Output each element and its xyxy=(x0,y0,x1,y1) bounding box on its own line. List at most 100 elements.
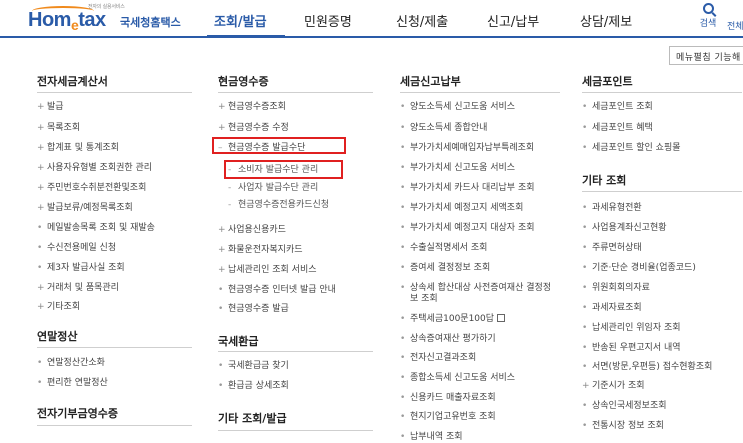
section-title-tax-point: 세금포인트 xyxy=(582,75,633,88)
menu-item[interactable]: • 상속세 합산대상 사전증여재산 결정정 xyxy=(400,283,551,294)
bullet-icon: • xyxy=(400,143,406,153)
plus-icon: + xyxy=(582,381,590,391)
dash-icon: - xyxy=(228,200,232,210)
menu-item[interactable]: + 합계표 및 통계조회 xyxy=(37,143,119,154)
menu-item[interactable]: • 상속인국세정보조회 xyxy=(582,401,667,412)
section-divider xyxy=(582,92,742,93)
menu-item[interactable]: • 납세관리인 위임자 조회 xyxy=(582,323,681,334)
menu-item[interactable]: • 수출실적명세서 조회 xyxy=(400,243,487,254)
menu-item[interactable]: • 메일발송목록 조회 및 재발송 xyxy=(37,223,155,234)
menu-item[interactable]: • 전통시장 정보 조회 xyxy=(582,421,664,432)
menu-item[interactable]: • 과세자료조회 xyxy=(582,303,642,314)
gnb-certificates[interactable]: 민원증명 xyxy=(304,11,352,30)
bullet-icon: • xyxy=(218,361,224,371)
all-menu-label[interactable]: 전체 xyxy=(727,19,743,32)
search-label: 검색 xyxy=(699,19,717,29)
menu-item[interactable]: + 납세관리인 조회 서비스 xyxy=(218,265,317,276)
menu-item[interactable]: + 거래처 및 품목관리 xyxy=(37,283,119,294)
menu-item[interactable]: • 양도소득세 종합안내 xyxy=(400,123,487,134)
menu-item[interactable]: • 세금포인트 조회 xyxy=(582,102,653,113)
menu-item[interactable]: + 현금영수증조회 xyxy=(218,102,286,113)
bullet-icon: • xyxy=(37,378,43,388)
menu-item[interactable]: + 발급 xyxy=(37,102,64,113)
menu-item[interactable]: + 기타조회 xyxy=(37,302,80,313)
menu-item[interactable]: • 서면(방문,우편등) 접수현황조회 xyxy=(582,362,712,373)
menu-item[interactable]: • 환급금 상세조회 xyxy=(218,381,289,392)
search-button[interactable]: 검색 xyxy=(693,3,723,29)
gnb-apply-submit[interactable]: 신청/제출 xyxy=(396,11,448,30)
menu-item[interactable]: • 주류면허상태 xyxy=(582,243,642,254)
menu-item[interactable]: • 증여세 결정정보 조회 xyxy=(400,263,490,274)
menu-item[interactable]: + 주민번호수취분전환및조회 xyxy=(37,183,146,194)
plus-icon: + xyxy=(218,123,226,133)
bullet-icon: • xyxy=(582,283,588,293)
bullet-icon: • xyxy=(582,263,588,273)
plus-icon: + xyxy=(218,225,226,235)
menu-item[interactable]: • 부가가치세 신고도움 서비스 xyxy=(400,163,515,174)
section-title-other-inquiry: 기타 조회 xyxy=(582,174,627,187)
gnb-inquiry-issue[interactable]: 조회/발급 xyxy=(214,11,267,30)
menu-item[interactable]: + 기준시가 조회 xyxy=(582,381,645,392)
section-divider xyxy=(582,191,742,192)
menu-item[interactable]: + 화물운전자복지카드 xyxy=(218,245,303,256)
menu-item[interactable]: • 현금영수증 인터넷 발급 안내 xyxy=(218,285,336,296)
menu-item[interactable]: • 부가가치세예매입자납부특례조회 xyxy=(400,143,534,154)
menu-item[interactable]: • 주택세금100문100답 xyxy=(400,314,506,325)
bullet-icon: • xyxy=(400,243,406,253)
bullet-icon: • xyxy=(400,432,406,442)
menu-item[interactable]: • 현금영수증 발급 xyxy=(218,304,289,315)
bullet-icon: • xyxy=(582,401,588,411)
menu-item[interactable]: • 종합소득세 신고도움 서비스 xyxy=(400,373,515,384)
menu-item[interactable]: • 기준·단순 경비율(업종코드) xyxy=(582,263,696,274)
menu-item[interactable]: • 납부내역 조회 xyxy=(400,432,463,443)
bullet-icon: • xyxy=(582,343,588,353)
menu-item[interactable]: • 신용카드 매출자료조회 xyxy=(400,393,496,404)
menu-item[interactable]: • 세금포인트 할인 쇼핑몰 xyxy=(582,143,681,154)
bullet-icon: • xyxy=(400,373,406,383)
menu-item[interactable]: • 반송된 우편고지서 내역 xyxy=(582,343,681,354)
menu-item[interactable]: • 수신전용메일 신청 xyxy=(37,243,116,254)
menu-item[interactable]: • 세금포인트 혜택 xyxy=(582,123,653,134)
menu-item[interactable]: + 목록조회 xyxy=(37,123,80,134)
menu-item[interactable]: + 사업용신용카드 xyxy=(218,225,286,236)
highlight-box xyxy=(212,137,346,154)
section-title-year-end-settlement: 연말정산 xyxy=(37,330,78,343)
menu-item[interactable]: • 사업용계좌신고현황 xyxy=(582,223,667,234)
bullet-icon: • xyxy=(37,223,43,233)
plus-icon: + xyxy=(37,283,45,293)
section-title-cash-receipt: 현금영수증 xyxy=(218,75,269,88)
gnb-consult-report[interactable]: 상담/제보 xyxy=(580,11,632,30)
logo-home: Hom xyxy=(28,9,71,31)
submenu-item[interactable]: - 현금영수증전용카드신청 xyxy=(228,200,329,211)
submenu-item[interactable]: - 사업자 발급수단 관리 xyxy=(228,183,318,194)
menu-item[interactable]: + 사용자유형별 조회권한 관리 xyxy=(37,163,152,174)
section-title-e-donation-receipt: 전자기부금영수증 xyxy=(37,407,118,420)
section-divider xyxy=(400,92,560,93)
menu-item[interactable]: • 연말정산간소화 xyxy=(37,358,105,369)
menu-item[interactable]: • 제3자 발급사실 조회 xyxy=(37,263,125,274)
section-title-e-tax-invoice: 전자세금계산서 xyxy=(37,75,108,88)
global-header: 전자의 실용서비스 Hometax 국세청홈택스 조회/발급 민원증명 신청/제… xyxy=(0,0,743,38)
menu-item[interactable]: • 과세유형전환 xyxy=(582,203,642,214)
menu-item[interactable]: • 부가가치세 예정고지 대상자 조회 xyxy=(400,223,535,234)
menu-item[interactable]: + 발급보류/예정목록조회 xyxy=(37,203,133,214)
menu-item[interactable]: • 국세환급금 찾기 xyxy=(218,361,289,372)
bullet-icon: • xyxy=(400,393,406,403)
menu-item[interactable]: • 현지기업고유번호 조회 xyxy=(400,412,496,423)
plus-icon: + xyxy=(218,245,226,255)
plus-icon: + xyxy=(218,102,226,112)
menu-item[interactable]: • 위원회회의자료 xyxy=(582,283,650,294)
gnb-report-pay[interactable]: 신고/납부 xyxy=(487,11,539,30)
menu-expand-button[interactable]: 메뉴펼침 기능해 xyxy=(669,46,743,65)
menu-item-continuation[interactable]: 보 조회 xyxy=(410,294,438,305)
menu-item[interactable]: • 상속증여재산 평가하기 xyxy=(400,334,496,345)
menu-item[interactable]: • 부가가치세 카드사 대리납부 조회 xyxy=(400,183,535,194)
menu-item[interactable]: • 편리한 연말정산 xyxy=(37,378,108,389)
menu-item[interactable]: + 현금영수증 수정 xyxy=(218,123,289,134)
bullet-icon: • xyxy=(400,223,406,233)
menu-item[interactable]: • 부가가치세 예정고지 세액조회 xyxy=(400,203,523,214)
menu-item[interactable]: • 전자신고결과조회 xyxy=(400,353,476,364)
menu-item[interactable]: • 양도소득세 신고도움 서비스 xyxy=(400,102,515,113)
plus-icon: + xyxy=(37,203,45,213)
hometax-logo[interactable]: 전자의 실용서비스 Hometax 국세청홈택스 xyxy=(28,3,181,35)
